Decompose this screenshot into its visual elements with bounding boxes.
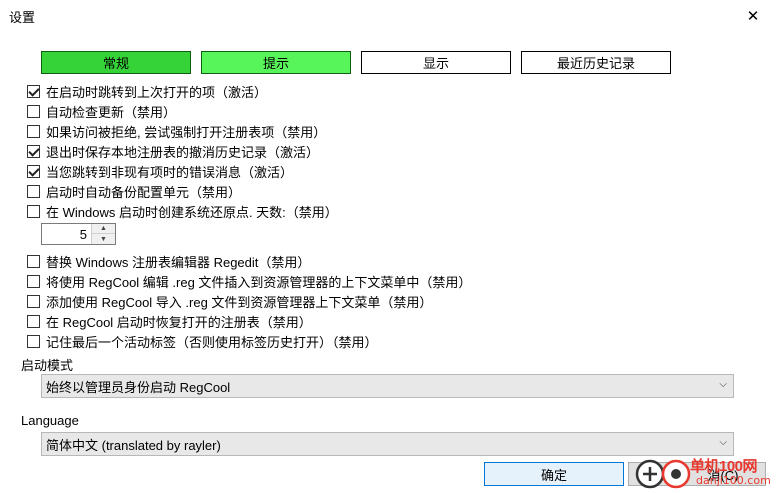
option-restore-open-registries[interactable]: 在 RegCool 启动时恢复打开的注册表（禁用） (27, 312, 312, 330)
checkbox[interactable] (27, 274, 40, 288)
arrow-down-icon: ▼ (100, 235, 107, 243)
close-button[interactable]: ✕ (730, 0, 776, 31)
chevron-down-icon: ⌵ (719, 379, 727, 390)
checkbox[interactable] (27, 204, 40, 218)
tab-recent-history-label: 最近历史记录 (556, 56, 635, 71)
option-label: 退出时保存本地注册表的撤消历史记录（激活） (46, 144, 320, 160)
option-force-open[interactable]: 如果访问被拒绝, 尝试强制打开注册表项（禁用） (27, 122, 326, 140)
stepper-up-button[interactable]: ▲ (92, 224, 115, 234)
option-auto-backup-hives[interactable]: 启动时自动备份配置单元（禁用） (27, 182, 241, 200)
option-label: 记住最后一个活动标签（否则使用标签历史打开）（禁用） (46, 334, 378, 350)
option-import-context-menu[interactable]: 添加使用 RegCool 导入 .reg 文件到资源管理器上下文菜单（禁用） (27, 292, 432, 310)
chevron-down-icon: ⌵ (719, 437, 727, 448)
ok-button[interactable]: 确定 (484, 462, 624, 486)
option-label: 在 Windows 启动时创建系统还原点. 天数:（禁用） (46, 204, 338, 220)
restore-days-value[interactable]: 5 (80, 227, 87, 242)
option-label: 在 RegCool 启动时恢复打开的注册表（禁用） (46, 314, 312, 330)
option-jump-last-key[interactable]: 在启动时跳转到上次打开的项（激活） (27, 82, 267, 100)
language-label: Language (21, 413, 79, 428)
option-label: 将使用 RegCool 编辑 .reg 文件插入到资源管理器的上下文菜单中（禁用… (46, 274, 472, 290)
tab-hints[interactable]: 提示 (201, 51, 351, 74)
option-remember-last-tab[interactable]: 记住最后一个活动标签（否则使用标签历史打开）（禁用） (27, 332, 378, 350)
checkbox[interactable] (27, 314, 40, 328)
checkbox[interactable] (27, 104, 40, 118)
startup-mode-value: 始终以管理员身份启动 RegCool (46, 379, 231, 395)
option-label: 当您跳转到非现有项时的错误消息（激活） (46, 164, 294, 180)
language-value: 简体中文 (translated by rayler) (46, 437, 221, 453)
option-restore-point[interactable]: 在 Windows 启动时创建系统还原点. 天数:（禁用） (27, 202, 338, 220)
checkbox[interactable] (27, 184, 40, 198)
close-icon: ✕ (746, 7, 760, 25)
cancel-button-label: 消(C) (707, 467, 739, 483)
tab-recent-history[interactable]: 最近历史记录 (521, 51, 671, 74)
cancel-button[interactable]: 消(C) (628, 462, 766, 486)
tab-hints-label: 提示 (262, 56, 289, 71)
window-title: 设置 (9, 10, 36, 25)
checkbox[interactable] (27, 334, 40, 348)
option-replace-regedit[interactable]: 替换 Windows 注册表编辑器 Regedit（禁用） (27, 252, 310, 270)
stepper-down-button[interactable]: ▼ (92, 234, 115, 244)
option-label: 启动时自动备份配置单元（禁用） (46, 184, 242, 200)
language-select[interactable]: 简体中文 (translated by rayler) ⌵ (41, 432, 734, 456)
tab-general[interactable]: 常规 (41, 51, 191, 74)
option-edit-context-menu[interactable]: 将使用 RegCool 编辑 .reg 文件插入到资源管理器的上下文菜单中（禁用… (27, 272, 471, 290)
tab-display-label: 显示 (422, 56, 449, 71)
checkbox[interactable] (27, 124, 40, 138)
restore-days-stepper[interactable]: 5 ▲ ▼ (41, 223, 116, 245)
arrow-up-icon: ▲ (100, 225, 107, 232)
option-error-nonexistent-key[interactable]: 当您跳转到非现有项时的错误消息（激活） (27, 162, 293, 180)
checkbox[interactable] (27, 164, 40, 178)
ok-button-label: 确定 (540, 467, 567, 483)
checkbox[interactable] (27, 294, 40, 308)
option-label: 替换 Windows 注册表编辑器 Regedit（禁用） (46, 254, 311, 270)
startup-mode-select[interactable]: 始终以管理员身份启动 RegCool ⌵ (41, 374, 734, 398)
stepper-buttons: ▲ ▼ (91, 224, 115, 244)
option-label: 在启动时跳转到上次打开的项（激活） (46, 84, 268, 100)
tab-general-label: 常规 (102, 56, 129, 71)
option-label: 自动检查更新（禁用） (46, 104, 177, 120)
option-label: 如果访问被拒绝, 尝试强制打开注册表项（禁用） (46, 124, 327, 140)
checkbox[interactable] (27, 84, 40, 98)
option-label: 添加使用 RegCool 导入 .reg 文件到资源管理器上下文菜单（禁用） (46, 294, 433, 310)
title-bar: 设置 ✕ (0, 0, 776, 31)
checkbox[interactable] (27, 144, 40, 158)
option-auto-update[interactable]: 自动检查更新（禁用） (27, 102, 176, 120)
checkbox[interactable] (27, 254, 40, 268)
startup-mode-label: 启动模式 (21, 358, 74, 373)
tab-display[interactable]: 显示 (361, 51, 511, 74)
option-save-undo-history[interactable]: 退出时保存本地注册表的撤消历史记录（激活） (27, 142, 319, 160)
